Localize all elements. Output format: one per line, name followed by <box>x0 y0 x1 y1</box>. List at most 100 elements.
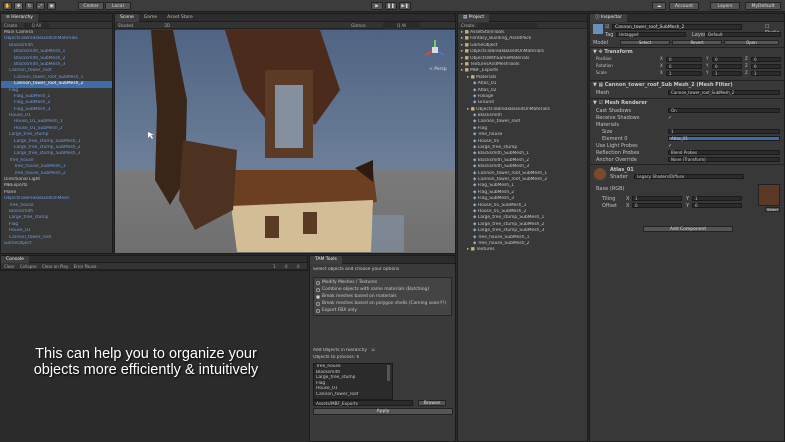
transform-x-field[interactable]: 0 <box>666 57 702 62</box>
gizmos-dropdown[interactable]: Gizmos <box>351 22 366 29</box>
project-item-label: Cannon_tower_roof_SubMesh_1 <box>477 170 548 176</box>
tool-option-label: Break meshes based on materials <box>322 294 397 300</box>
transform-x-field[interactable]: 0 <box>666 64 702 69</box>
pivot-local-button[interactable]: Local <box>105 2 131 10</box>
project-item-label: GameObject <box>470 42 498 48</box>
project-search-input[interactable] <box>478 23 539 28</box>
folder-icon: ▸ ■ <box>461 30 471 35</box>
offset-y-field[interactable]: 0 <box>692 203 742 208</box>
rotate-tool-icon[interactable]: ↻ <box>25 2 34 10</box>
tab-game[interactable]: Game <box>139 14 162 22</box>
pivot-center-button[interactable]: Center <box>78 2 104 10</box>
browse-button[interactable]: Browse <box>418 400 446 406</box>
renderer-row-value[interactable]: Atlas_01 <box>668 136 780 141</box>
transform-z-field[interactable]: 1 <box>751 71 781 76</box>
project-create-button[interactable]: Create <box>461 23 474 28</box>
add-component-button[interactable]: Add Component <box>643 226 733 232</box>
export-path-field[interactable]: Assets/MBF_Exports <box>313 400 413 406</box>
tab-hierarchy[interactable]: ≡ Hierarchy <box>1 14 38 22</box>
project-item-label: Tree_house_SubMesh_2 <box>477 240 530 246</box>
model-select-button[interactable]: Select <box>620 40 670 45</box>
hierarchy-create-button[interactable]: Create <box>4 23 17 28</box>
cloud-icon[interactable]: ☁ <box>652 2 666 10</box>
tiling-label: Tiling <box>602 196 616 202</box>
tab-inspector[interactable]: ⓘ Inspector <box>590 14 627 22</box>
tab-scene[interactable]: Scene <box>115 14 139 22</box>
transform-z-field[interactable]: 0 <box>751 57 781 62</box>
mesh-renderer-checkbox[interactable]: ☑ <box>598 100 602 106</box>
renderer-row-checkbox[interactable]: ✓ <box>668 143 672 149</box>
transform-x-field[interactable]: 1 <box>666 71 702 76</box>
offset-x-field[interactable]: 0 <box>632 203 682 208</box>
hierarchy-item[interactable]: GameObject <box>1 241 112 247</box>
axis-x-label: X <box>660 56 663 61</box>
mesh-renderer-foldout[interactable]: ▼ ☑ Mesh Renderer <box>593 100 647 106</box>
mesh-field[interactable]: Cannon_tower_roof_SubMesh_2 <box>668 90 780 95</box>
console-clear-button[interactable]: Clear <box>4 264 14 269</box>
mode-2d-toggle[interactable]: 2D <box>164 23 170 28</box>
model-open-button[interactable]: Open <box>724 40 779 45</box>
process-object-item[interactable]: Cannon_tower_roof <box>314 392 392 398</box>
scene-viewport[interactable]: < Persp <box>115 30 455 254</box>
renderer-row-value[interactable]: On <box>668 108 780 113</box>
scale-tool-icon[interactable]: ⤢ <box>36 2 45 10</box>
console-log-count[interactable]: 1 <box>273 263 276 270</box>
renderer-row-value[interactable]: None (Transform) <box>668 157 780 162</box>
object-name-field[interactable]: Cannon_tower_roof_SubMesh_2 <box>612 24 742 30</box>
transform-y-field[interactable]: 0 <box>712 64 742 69</box>
transform-z-field[interactable]: 0 <box>751 64 781 69</box>
renderer-row-label: Cast Shadows <box>596 108 632 114</box>
tiling-x-field[interactable]: 1 <box>632 196 682 201</box>
play-button[interactable]: ▶ <box>371 2 383 10</box>
layout-dropdown[interactable]: MyDefault <box>745 2 781 10</box>
layer-dropdown[interactable]: Default <box>705 32 781 37</box>
hierarchy-search-input[interactable]: Q All <box>23 23 49 28</box>
console-error-count[interactable]: 0 <box>297 263 300 270</box>
mesh-filter-foldout[interactable]: ▼ ▦ Cannon_tower_roof_Sub Mesh_2 (Mesh F… <box>593 82 733 88</box>
transform-y-field[interactable]: 0 <box>712 57 742 62</box>
account-dropdown[interactable]: Account <box>669 2 699 10</box>
tool-option-radio[interactable]: Break meshes based on polygon shells (Co… <box>314 300 451 307</box>
hand-tool-icon[interactable]: ✋ <box>3 2 12 10</box>
tab-console[interactable]: Console <box>1 256 29 263</box>
renderer-row-checkbox[interactable]: ✓ <box>668 115 672 121</box>
tag-dropdown[interactable]: Untagged <box>616 32 686 37</box>
tab-project[interactable]: ▤ Project <box>458 14 490 22</box>
axis-z-label: Z <box>745 56 748 61</box>
console-error-pause-button[interactable]: Error Pause <box>74 264 97 269</box>
tool-option-radio[interactable]: Modify Meshes / Textures <box>314 279 451 286</box>
axis-x-label: X <box>660 63 663 68</box>
active-checkbox[interactable]: ☑ <box>605 24 609 30</box>
tab-asset-store[interactable]: Asset Store <box>162 14 198 22</box>
tool-option-radio[interactable]: Combine objects with same materials (Bat… <box>314 286 451 293</box>
transform-foldout[interactable]: ▼ ✥ Transform <box>593 49 633 55</box>
texture-select-button[interactable]: Select <box>765 207 780 212</box>
shading-mode-dropdown[interactable]: Shaded <box>118 23 133 28</box>
move-tool-icon[interactable]: ✥ <box>14 2 23 10</box>
add-in-hierarchy-checkbox[interactable]: ☑ <box>371 348 375 353</box>
transform-y-field[interactable]: 1 <box>712 71 742 76</box>
renderer-row-value[interactable]: 1 <box>668 129 780 134</box>
console-warning-count[interactable]: 0 <box>285 263 288 270</box>
model-revert-button[interactable]: Revert <box>672 40 722 45</box>
folder-icon: ▸ ■ <box>461 68 471 74</box>
shader-dropdown[interactable]: Legacy Shaders/Diffuse <box>634 174 744 179</box>
objects-to-process-list[interactable]: Tree_house Blacksmith Large_tree_stump Flag… <box>313 363 393 400</box>
tool-option-radio[interactable]: Export FBX only <box>314 307 451 314</box>
apply-button[interactable]: Apply <box>313 408 453 415</box>
objects-list-scrollbar[interactable] <box>387 365 390 381</box>
scene-search-input[interactable]: Q All <box>383 22 421 29</box>
tool-option-radio[interactable]: Break meshes based on materials <box>314 293 451 300</box>
base-texture-slot[interactable] <box>758 184 780 206</box>
tab-tam-tools[interactable]: TAM Tools <box>310 256 342 264</box>
console-clear-on-play-button[interactable]: Clear on Play <box>42 264 68 269</box>
tiling-y-field[interactable]: 1 <box>692 196 742 201</box>
rect-tool-icon[interactable]: ▣ <box>47 2 56 10</box>
console-collapse-button[interactable]: Collapse <box>20 264 37 269</box>
inspector-panel: ⓘ Inspector ☑ Cannon_tower_roof_SubMesh_… <box>589 13 785 442</box>
layers-dropdown[interactable]: Layers <box>710 2 740 10</box>
renderer-row-value[interactable]: Blend Probes <box>668 150 780 155</box>
step-button[interactable]: ▶❚ <box>399 2 411 10</box>
pause-button[interactable]: ❚❚ <box>385 2 397 10</box>
project-item[interactable]: ▸ ■ Textures <box>458 247 587 253</box>
